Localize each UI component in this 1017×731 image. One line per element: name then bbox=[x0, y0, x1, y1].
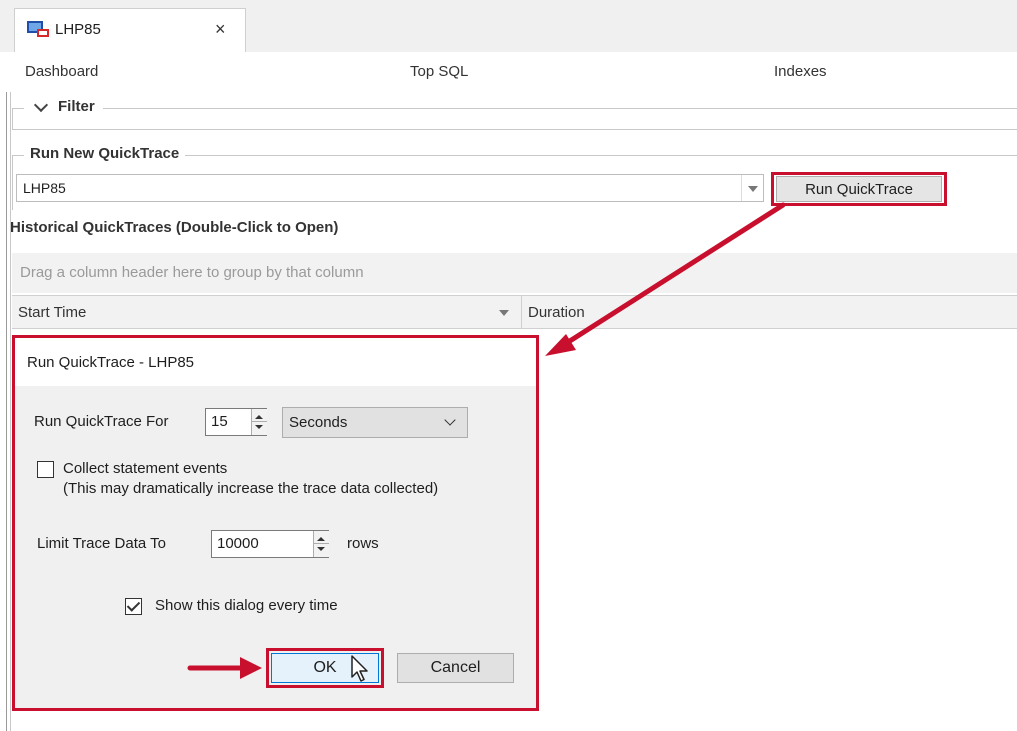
pointer-arrow-icon bbox=[187, 657, 262, 679]
annotation-arrows bbox=[187, 202, 786, 679]
callout-arrow-icon bbox=[545, 202, 786, 356]
